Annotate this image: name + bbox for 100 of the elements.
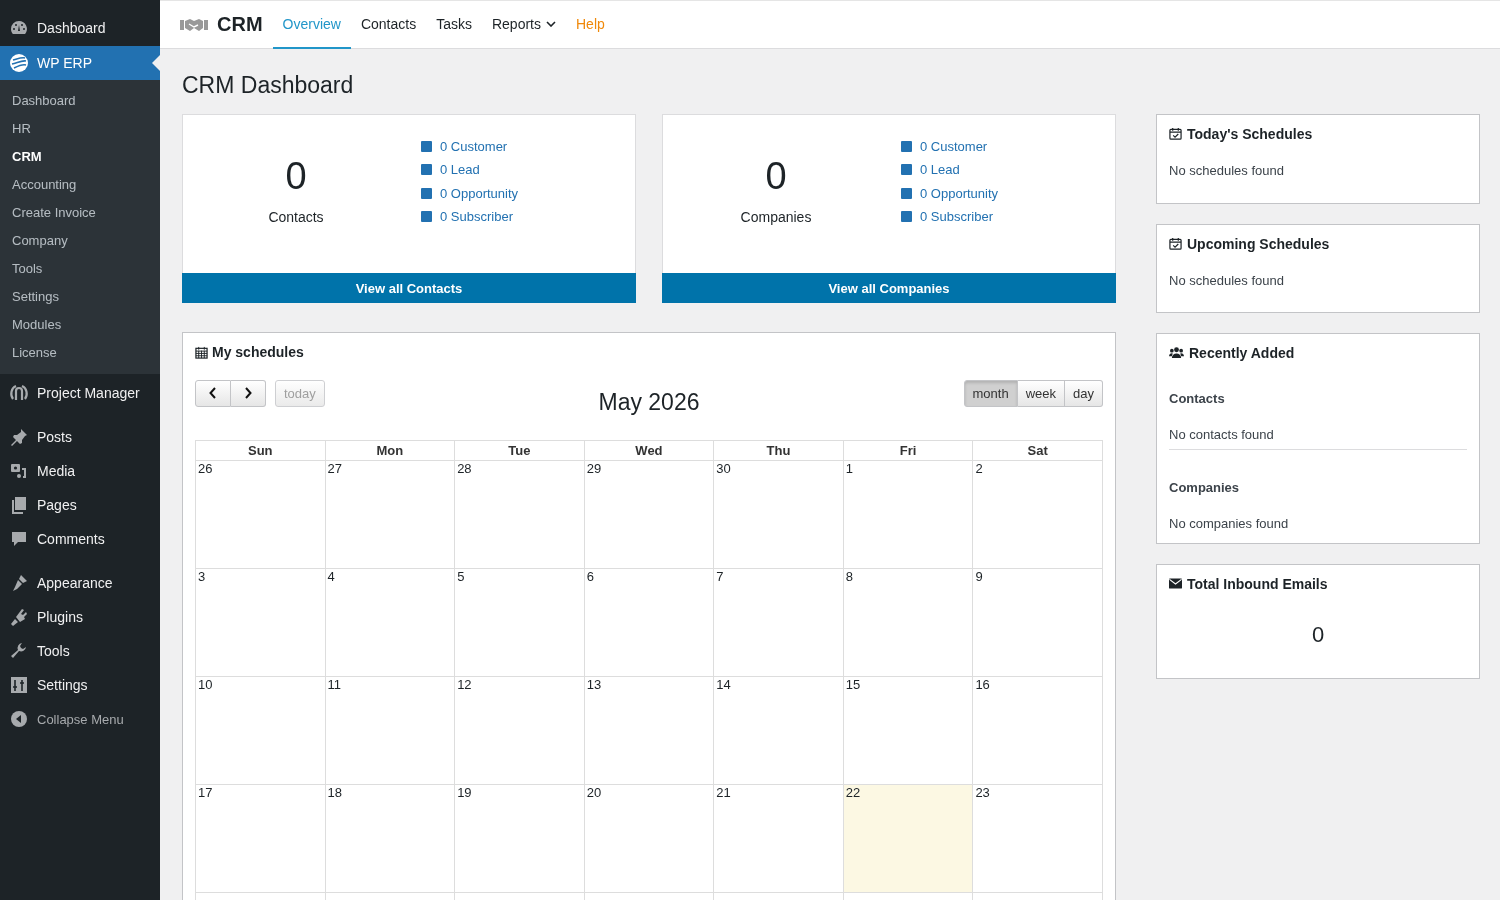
day-number: 14 (716, 677, 731, 692)
chevron-right-icon (244, 387, 252, 399)
menu-item[interactable]: Plugins (0, 600, 160, 634)
menu-item[interactable]: Settings (0, 668, 160, 702)
day-cell[interactable]: 5 (454, 568, 585, 677)
day-cell[interactable]: 22 (843, 784, 973, 893)
day-number: 17 (198, 785, 213, 800)
count-label: Companies (740, 209, 812, 225)
day-cell[interactable]: 19 (454, 784, 585, 893)
breakdown-link[interactable]: 0 Customer (920, 139, 988, 155)
day-cell[interactable]: 18 (325, 784, 455, 893)
day-cell[interactable]: 13 (584, 676, 714, 785)
weekday-header: Sat (972, 440, 1103, 461)
previous-button[interactable] (195, 379, 231, 407)
submenu-item[interactable]: Dashboard (0, 87, 160, 115)
menu-item[interactable]: WP ERP (0, 46, 160, 80)
calendar-check-icon (1169, 237, 1182, 250)
day-cell[interactable]: 1 (843, 460, 973, 569)
nav-tab[interactable]: Contacts (350, 1, 427, 49)
day-number: 13 (586, 677, 602, 692)
page-title: CRM Dashboard (182, 71, 355, 99)
day-number: 1 (845, 461, 854, 476)
view-toggle[interactable]: week (1017, 379, 1066, 407)
submenu-item[interactable]: HR (0, 115, 160, 143)
collapse-menu-link[interactable]: Collapse Menu (37, 711, 124, 727)
day-cell[interactable]: 10 (195, 676, 326, 785)
breakdown-link[interactable]: 0 Subscriber (920, 209, 993, 225)
menu-item[interactable]: Pages (0, 488, 160, 522)
day-cell[interactable]: 15 (843, 676, 973, 785)
breakdown-link[interactable]: 0 Customer (440, 139, 508, 155)
app-title: CRM (217, 13, 263, 36)
day-cell[interactable]: 27 (325, 460, 455, 569)
day-number: 18 (327, 785, 343, 800)
day-cell[interactable]: 6 (584, 568, 714, 677)
menu-item[interactable]: Project Manager (0, 376, 160, 410)
breakdown-link[interactable]: 0 Lead (440, 162, 480, 178)
day-cell[interactable]: 30 (713, 460, 844, 569)
legend-square-icon (421, 211, 432, 223)
day-cell[interactable]: 20 (584, 784, 714, 893)
day-cell[interactable]: 28 (454, 460, 585, 569)
legend-square-icon (421, 187, 432, 199)
day-number: 29 (586, 461, 602, 476)
submenu-item[interactable]: License (0, 339, 160, 367)
submenu-item[interactable]: Modules (0, 311, 160, 339)
menu-item[interactable]: Media (0, 454, 160, 488)
day-cell[interactable]: 16 (972, 676, 1103, 785)
day-number: 27 (327, 461, 343, 476)
day-cell[interactable]: 12 (454, 676, 585, 785)
legend-square-icon (901, 164, 912, 176)
day-cell[interactable]: 17 (195, 784, 326, 893)
chevron-left-icon (209, 387, 217, 399)
menu-item[interactable]: Comments (0, 522, 160, 556)
count-value: 0 (285, 154, 307, 199)
box-title: Total Inbound Emails (1187, 575, 1328, 592)
day-number: 9 (975, 569, 983, 584)
nav-tab[interactable]: Tasks (426, 1, 482, 49)
view-toggle[interactable]: month (963, 379, 1018, 407)
submenu-item[interactable]: Tools (0, 255, 160, 283)
menu-item[interactable]: Posts (0, 420, 160, 454)
day-number: 30 (716, 461, 731, 476)
menu-item[interactable]: Tools (0, 634, 160, 668)
day-number: 19 (457, 785, 472, 800)
day-number: 26 (198, 461, 213, 476)
envelope-icon (1169, 578, 1182, 589)
view-all-button[interactable]: View all Companies (662, 273, 1116, 303)
day-cell[interactable]: 29 (584, 460, 714, 569)
day-number: 8 (845, 569, 854, 584)
menu-item[interactable]: Dashboard (0, 11, 160, 45)
collapse-icon[interactable] (9, 709, 29, 729)
box-title: Recently Added (1189, 344, 1295, 361)
view-all-button[interactable]: View all Contacts (182, 273, 636, 303)
day-cell[interactable]: 8 (843, 568, 973, 677)
view-toggle[interactable]: day (1065, 379, 1103, 407)
plug-icon (9, 607, 29, 627)
day-cell[interactable]: 7 (713, 568, 844, 677)
day-cell[interactable]: 23 (972, 784, 1103, 893)
submenu-item[interactable]: Accounting (0, 171, 160, 199)
submenu-item[interactable]: CRM (0, 143, 160, 171)
nav-tab[interactable]: Reports (481, 1, 566, 49)
day-cell[interactable]: 21 (713, 784, 844, 893)
count-value: 0 (765, 154, 787, 199)
submenu-item[interactable]: Settings (0, 283, 160, 311)
day-cell[interactable]: 4 (325, 568, 455, 677)
menu-item[interactable]: Appearance (0, 566, 160, 600)
submenu-item[interactable]: Company (0, 227, 160, 255)
breakdown-link[interactable]: 0 Opportunity (920, 185, 999, 201)
breakdown-link[interactable]: 0 Opportunity (440, 185, 519, 201)
breakdown-link[interactable]: 0 Subscriber (440, 209, 513, 225)
day-cell[interactable]: 9 (972, 568, 1103, 677)
day-cell[interactable]: 11 (325, 676, 455, 785)
section-heading: Contacts (1169, 391, 1226, 406)
day-cell[interactable]: 3 (195, 568, 326, 677)
day-cell[interactable]: 2 (972, 460, 1103, 569)
submenu-item[interactable]: Create Invoice (0, 199, 160, 227)
day-cell[interactable]: 26 (195, 460, 326, 569)
double-arc-icon (9, 383, 29, 403)
day-number: 10 (198, 677, 213, 692)
next-button[interactable] (231, 379, 266, 407)
day-cell[interactable]: 14 (713, 676, 844, 785)
breakdown-link[interactable]: 0 Lead (920, 162, 960, 178)
